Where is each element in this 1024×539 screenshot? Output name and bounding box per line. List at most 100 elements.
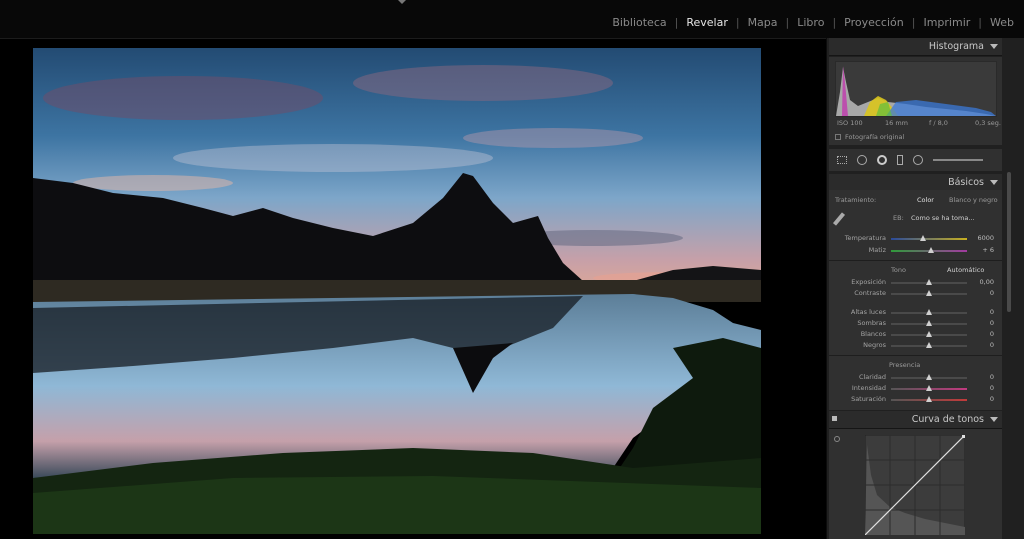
highlights-value[interactable]: 0 bbox=[990, 308, 994, 316]
temperature-knob[interactable] bbox=[919, 235, 926, 241]
vibrance-label: Intensidad bbox=[851, 384, 886, 392]
whites-knob[interactable] bbox=[926, 331, 932, 337]
graduated-filter-icon[interactable] bbox=[897, 155, 903, 165]
presence-label: Presencia bbox=[889, 361, 921, 369]
contrast-slider[interactable] bbox=[891, 290, 967, 296]
tone-curve-panel bbox=[829, 429, 1002, 539]
exposure-row: Exposición 0,00 bbox=[829, 278, 1002, 288]
blacks-slider[interactable] bbox=[891, 342, 967, 348]
treatment-label: Tratamiento: bbox=[835, 196, 877, 204]
tone-curve-graph[interactable] bbox=[865, 435, 965, 535]
module-bar: Biblioteca | Revelar | Mapa | Libro | Proyec… bbox=[0, 0, 1024, 38]
spot-removal-icon[interactable] bbox=[857, 155, 867, 165]
contrast-value[interactable]: 0 bbox=[990, 289, 994, 297]
collapse-triangle-icon bbox=[990, 44, 998, 49]
module-mapa[interactable]: Mapa bbox=[748, 16, 778, 29]
collapse-triangle-icon bbox=[990, 180, 998, 185]
module-separator: | bbox=[674, 16, 679, 29]
saturation-value[interactable]: 0 bbox=[990, 395, 994, 403]
tint-slider[interactable] bbox=[891, 247, 967, 253]
divider bbox=[829, 355, 1002, 356]
vibrance-slider[interactable] bbox=[891, 385, 967, 391]
photo-preview[interactable] bbox=[33, 48, 761, 534]
module-revelar[interactable]: Revelar bbox=[686, 16, 728, 29]
highlights-slider[interactable] bbox=[891, 309, 967, 315]
tool-strip bbox=[829, 149, 1002, 171]
shadows-value[interactable]: 0 bbox=[990, 319, 994, 327]
whites-value[interactable]: 0 bbox=[990, 330, 994, 338]
module-separator: | bbox=[832, 16, 837, 29]
saturation-label: Saturación bbox=[851, 395, 886, 403]
module-biblioteca[interactable]: Biblioteca bbox=[612, 16, 666, 29]
clarity-row: Claridad 0 bbox=[829, 373, 1002, 383]
contrast-knob[interactable] bbox=[926, 290, 932, 296]
histogram-focal: 16 mm bbox=[885, 119, 909, 127]
target-adjust-icon[interactable] bbox=[834, 436, 840, 442]
clarity-label: Claridad bbox=[858, 373, 886, 381]
top-panel-toggle-icon[interactable] bbox=[398, 0, 406, 4]
tint-value[interactable]: + 6 bbox=[982, 246, 994, 254]
temperature-label: Temperatura bbox=[844, 234, 886, 242]
clarity-knob[interactable] bbox=[926, 374, 932, 380]
red-eye-icon[interactable] bbox=[877, 155, 887, 165]
blacks-knob[interactable] bbox=[926, 342, 932, 348]
original-photo-checkbox[interactable] bbox=[835, 134, 841, 140]
tint-knob[interactable] bbox=[927, 247, 934, 253]
temperature-value[interactable]: 6000 bbox=[977, 234, 994, 242]
histogram-aperture: f / 8,0 bbox=[929, 119, 948, 127]
whites-slider[interactable] bbox=[891, 331, 967, 337]
crop-overlay-icon[interactable] bbox=[837, 156, 847, 164]
whites-row: Blancos 0 bbox=[829, 330, 1002, 340]
exposure-value[interactable]: 0,00 bbox=[980, 278, 994, 286]
clarity-value[interactable]: 0 bbox=[990, 373, 994, 381]
panel-switch-icon[interactable] bbox=[832, 416, 837, 421]
module-imprimir[interactable]: Imprimir bbox=[923, 16, 970, 29]
module-separator: | bbox=[978, 16, 983, 29]
landscape-image bbox=[33, 48, 761, 534]
blacks-value[interactable]: 0 bbox=[990, 341, 994, 349]
highlights-label: Altas luces bbox=[850, 308, 886, 316]
original-photo-label: Fotografía original bbox=[845, 133, 905, 141]
module-separator: | bbox=[785, 16, 790, 29]
tone-curve-header[interactable]: Curva de tonos bbox=[829, 411, 1002, 429]
shadows-slider[interactable] bbox=[891, 320, 967, 326]
tone-label: Tono bbox=[891, 266, 906, 274]
vibrance-value[interactable]: 0 bbox=[990, 384, 994, 392]
exposure-slider[interactable] bbox=[891, 279, 967, 285]
collapse-triangle-icon bbox=[990, 417, 998, 422]
whites-label: Blancos bbox=[860, 330, 886, 338]
treatment-color-option[interactable]: Color bbox=[917, 196, 934, 204]
module-picker: Biblioteca | Revelar | Mapa | Libro | Proyec… bbox=[612, 16, 1014, 29]
saturation-slider[interactable] bbox=[891, 396, 967, 402]
tone-curve-title: Curva de tonos bbox=[911, 414, 984, 425]
wb-eyedropper-icon[interactable] bbox=[832, 212, 846, 226]
histogram-panel: ISO 100 16 mm f / 8,0 0,3 seg. Fotografí… bbox=[829, 57, 1002, 145]
module-separator: | bbox=[911, 16, 916, 29]
module-proyeccion[interactable]: Proyección bbox=[844, 16, 904, 29]
shadows-label: Sombras bbox=[857, 319, 886, 327]
histogram-shutter: 0,3 seg. bbox=[975, 119, 1001, 127]
panel-scrollbar[interactable] bbox=[1007, 172, 1011, 312]
clarity-slider[interactable] bbox=[891, 374, 967, 380]
auto-tone-button[interactable]: Automático bbox=[947, 266, 984, 274]
histogram-header[interactable]: Histograma bbox=[829, 38, 1002, 56]
vibrance-knob[interactable] bbox=[926, 385, 932, 391]
saturation-knob[interactable] bbox=[926, 396, 932, 402]
tint-label: Matiz bbox=[868, 246, 886, 254]
exposure-knob[interactable] bbox=[926, 279, 932, 285]
temperature-slider[interactable] bbox=[891, 235, 967, 241]
module-web[interactable]: Web bbox=[990, 16, 1014, 29]
divider bbox=[829, 260, 1002, 261]
vibrance-row: Intensidad 0 bbox=[829, 384, 1002, 394]
histogram-iso: ISO 100 bbox=[837, 119, 863, 127]
histogram-title: Histograma bbox=[928, 41, 984, 52]
wb-select[interactable]: Como se ha toma... bbox=[911, 214, 975, 222]
treatment-bw-option[interactable]: Blanco y negro bbox=[949, 196, 998, 204]
radial-filter-icon[interactable] bbox=[913, 155, 923, 165]
temperature-row: Temperatura 6000 bbox=[829, 234, 1002, 244]
shadows-row: Sombras 0 bbox=[829, 319, 1002, 329]
highlights-knob[interactable] bbox=[926, 309, 932, 315]
module-libro[interactable]: Libro bbox=[797, 16, 824, 29]
shadows-knob[interactable] bbox=[926, 320, 932, 326]
adjustment-brush-icon[interactable] bbox=[933, 159, 983, 161]
